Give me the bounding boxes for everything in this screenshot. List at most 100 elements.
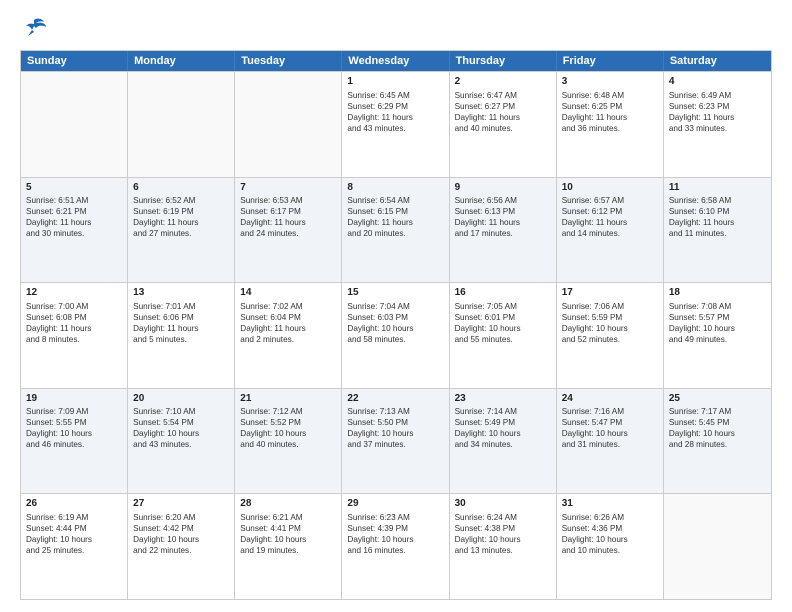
day-info-line: and 14 minutes. bbox=[562, 228, 658, 239]
day-info-line: Daylight: 10 hours bbox=[455, 534, 551, 545]
day-number: 20 bbox=[133, 392, 229, 406]
day-info-line: Daylight: 10 hours bbox=[347, 428, 443, 439]
day-info-line: Sunset: 6:03 PM bbox=[347, 312, 443, 323]
day-cell-2: 2Sunrise: 6:47 AMSunset: 6:27 PMDaylight… bbox=[450, 72, 557, 177]
day-info-line: Sunset: 6:04 PM bbox=[240, 312, 336, 323]
day-info-line: Sunrise: 7:10 AM bbox=[133, 406, 229, 417]
day-number: 8 bbox=[347, 181, 443, 195]
day-number: 13 bbox=[133, 286, 229, 300]
day-info-line: and 8 minutes. bbox=[26, 334, 122, 345]
day-info-line: Sunset: 6:17 PM bbox=[240, 206, 336, 217]
day-header-sunday: Sunday bbox=[21, 51, 128, 71]
calendar: SundayMondayTuesdayWednesdayThursdayFrid… bbox=[20, 50, 772, 600]
day-info-line: Sunrise: 7:13 AM bbox=[347, 406, 443, 417]
day-header-saturday: Saturday bbox=[664, 51, 771, 71]
day-info-line: Sunset: 6:12 PM bbox=[562, 206, 658, 217]
day-number: 9 bbox=[455, 181, 551, 195]
day-number: 2 bbox=[455, 75, 551, 89]
day-info-line: Daylight: 10 hours bbox=[26, 534, 122, 545]
day-info-line: Daylight: 11 hours bbox=[455, 112, 551, 123]
day-info-line: Sunset: 6:25 PM bbox=[562, 101, 658, 112]
day-info-line: Sunset: 4:36 PM bbox=[562, 523, 658, 534]
day-info-line: Sunrise: 6:24 AM bbox=[455, 512, 551, 523]
day-info-line: Sunrise: 6:26 AM bbox=[562, 512, 658, 523]
day-number: 11 bbox=[669, 181, 766, 195]
day-cell-3: 3Sunrise: 6:48 AMSunset: 6:25 PMDaylight… bbox=[557, 72, 664, 177]
day-info-line: Sunrise: 6:21 AM bbox=[240, 512, 336, 523]
day-cell-23: 23Sunrise: 7:14 AMSunset: 5:49 PMDayligh… bbox=[450, 389, 557, 494]
day-cell-22: 22Sunrise: 7:13 AMSunset: 5:50 PMDayligh… bbox=[342, 389, 449, 494]
day-info-line: and 22 minutes. bbox=[133, 545, 229, 556]
day-info-line: Sunrise: 6:57 AM bbox=[562, 195, 658, 206]
day-info-line: Sunset: 5:49 PM bbox=[455, 417, 551, 428]
day-number: 19 bbox=[26, 392, 122, 406]
day-cell-1: 1Sunrise: 6:45 AMSunset: 6:29 PMDaylight… bbox=[342, 72, 449, 177]
day-info-line: Daylight: 10 hours bbox=[133, 428, 229, 439]
day-cell-10: 10Sunrise: 6:57 AMSunset: 6:12 PMDayligh… bbox=[557, 178, 664, 283]
day-info-line: Daylight: 11 hours bbox=[240, 217, 336, 228]
day-info-line: Sunrise: 6:54 AM bbox=[347, 195, 443, 206]
day-cell-6: 6Sunrise: 6:52 AMSunset: 6:19 PMDaylight… bbox=[128, 178, 235, 283]
day-info-line: and 40 minutes. bbox=[455, 123, 551, 134]
day-info-line: Sunset: 5:50 PM bbox=[347, 417, 443, 428]
day-info-line: and 2 minutes. bbox=[240, 334, 336, 345]
day-number: 18 bbox=[669, 286, 766, 300]
day-number: 14 bbox=[240, 286, 336, 300]
day-info-line: Sunrise: 6:56 AM bbox=[455, 195, 551, 206]
day-header-thursday: Thursday bbox=[450, 51, 557, 71]
day-info-line: Sunrise: 6:23 AM bbox=[347, 512, 443, 523]
day-info-line: Sunrise: 6:19 AM bbox=[26, 512, 122, 523]
logo-icon bbox=[20, 16, 48, 40]
day-info-line: Sunset: 4:44 PM bbox=[26, 523, 122, 534]
day-cell-9: 9Sunrise: 6:56 AMSunset: 6:13 PMDaylight… bbox=[450, 178, 557, 283]
day-cell-13: 13Sunrise: 7:01 AMSunset: 6:06 PMDayligh… bbox=[128, 283, 235, 388]
day-cell-30: 30Sunrise: 6:24 AMSunset: 4:38 PMDayligh… bbox=[450, 494, 557, 599]
day-number: 31 bbox=[562, 497, 658, 511]
day-info-line: Sunset: 6:29 PM bbox=[347, 101, 443, 112]
day-info-line: Sunset: 4:39 PM bbox=[347, 523, 443, 534]
day-cell-20: 20Sunrise: 7:10 AMSunset: 5:54 PMDayligh… bbox=[128, 389, 235, 494]
day-info-line: Daylight: 11 hours bbox=[26, 217, 122, 228]
day-info-line: Daylight: 11 hours bbox=[347, 217, 443, 228]
week-row-4: 19Sunrise: 7:09 AMSunset: 5:55 PMDayligh… bbox=[21, 388, 771, 494]
day-info-line: Sunrise: 6:48 AM bbox=[562, 90, 658, 101]
day-number: 3 bbox=[562, 75, 658, 89]
day-info-line: Daylight: 10 hours bbox=[562, 534, 658, 545]
calendar-header: SundayMondayTuesdayWednesdayThursdayFrid… bbox=[21, 51, 771, 71]
day-info-line: Sunset: 4:42 PM bbox=[133, 523, 229, 534]
day-number: 16 bbox=[455, 286, 551, 300]
week-row-5: 26Sunrise: 6:19 AMSunset: 4:44 PMDayligh… bbox=[21, 493, 771, 599]
day-info-line: Daylight: 11 hours bbox=[562, 112, 658, 123]
day-info-line: and 46 minutes. bbox=[26, 439, 122, 450]
day-info-line: Sunrise: 7:01 AM bbox=[133, 301, 229, 312]
day-info-line: and 27 minutes. bbox=[133, 228, 229, 239]
day-cell-21: 21Sunrise: 7:12 AMSunset: 5:52 PMDayligh… bbox=[235, 389, 342, 494]
day-cell-24: 24Sunrise: 7:16 AMSunset: 5:47 PMDayligh… bbox=[557, 389, 664, 494]
day-info-line: Sunrise: 6:53 AM bbox=[240, 195, 336, 206]
day-cell-28: 28Sunrise: 6:21 AMSunset: 4:41 PMDayligh… bbox=[235, 494, 342, 599]
day-number: 10 bbox=[562, 181, 658, 195]
day-info-line: and 49 minutes. bbox=[669, 334, 766, 345]
day-info-line: and 28 minutes. bbox=[669, 439, 766, 450]
day-number: 23 bbox=[455, 392, 551, 406]
day-info-line: Sunset: 5:55 PM bbox=[26, 417, 122, 428]
day-info-line: and 17 minutes. bbox=[455, 228, 551, 239]
day-info-line: and 13 minutes. bbox=[455, 545, 551, 556]
day-info-line: and 5 minutes. bbox=[133, 334, 229, 345]
day-info-line: Daylight: 11 hours bbox=[240, 323, 336, 334]
day-info-line: Sunrise: 6:20 AM bbox=[133, 512, 229, 523]
day-header-friday: Friday bbox=[557, 51, 664, 71]
day-info-line: and 52 minutes. bbox=[562, 334, 658, 345]
day-info-line: Daylight: 11 hours bbox=[669, 217, 766, 228]
day-info-line: Daylight: 10 hours bbox=[240, 428, 336, 439]
day-info-line: and 16 minutes. bbox=[347, 545, 443, 556]
day-info-line: Sunrise: 7:14 AM bbox=[455, 406, 551, 417]
day-cell-15: 15Sunrise: 7:04 AMSunset: 6:03 PMDayligh… bbox=[342, 283, 449, 388]
day-info-line: and 25 minutes. bbox=[26, 545, 122, 556]
day-info-line: and 55 minutes. bbox=[455, 334, 551, 345]
empty-cell bbox=[21, 72, 128, 177]
day-cell-16: 16Sunrise: 7:05 AMSunset: 6:01 PMDayligh… bbox=[450, 283, 557, 388]
day-number: 27 bbox=[133, 497, 229, 511]
day-info-line: Sunrise: 7:16 AM bbox=[562, 406, 658, 417]
day-info-line: Sunset: 6:15 PM bbox=[347, 206, 443, 217]
